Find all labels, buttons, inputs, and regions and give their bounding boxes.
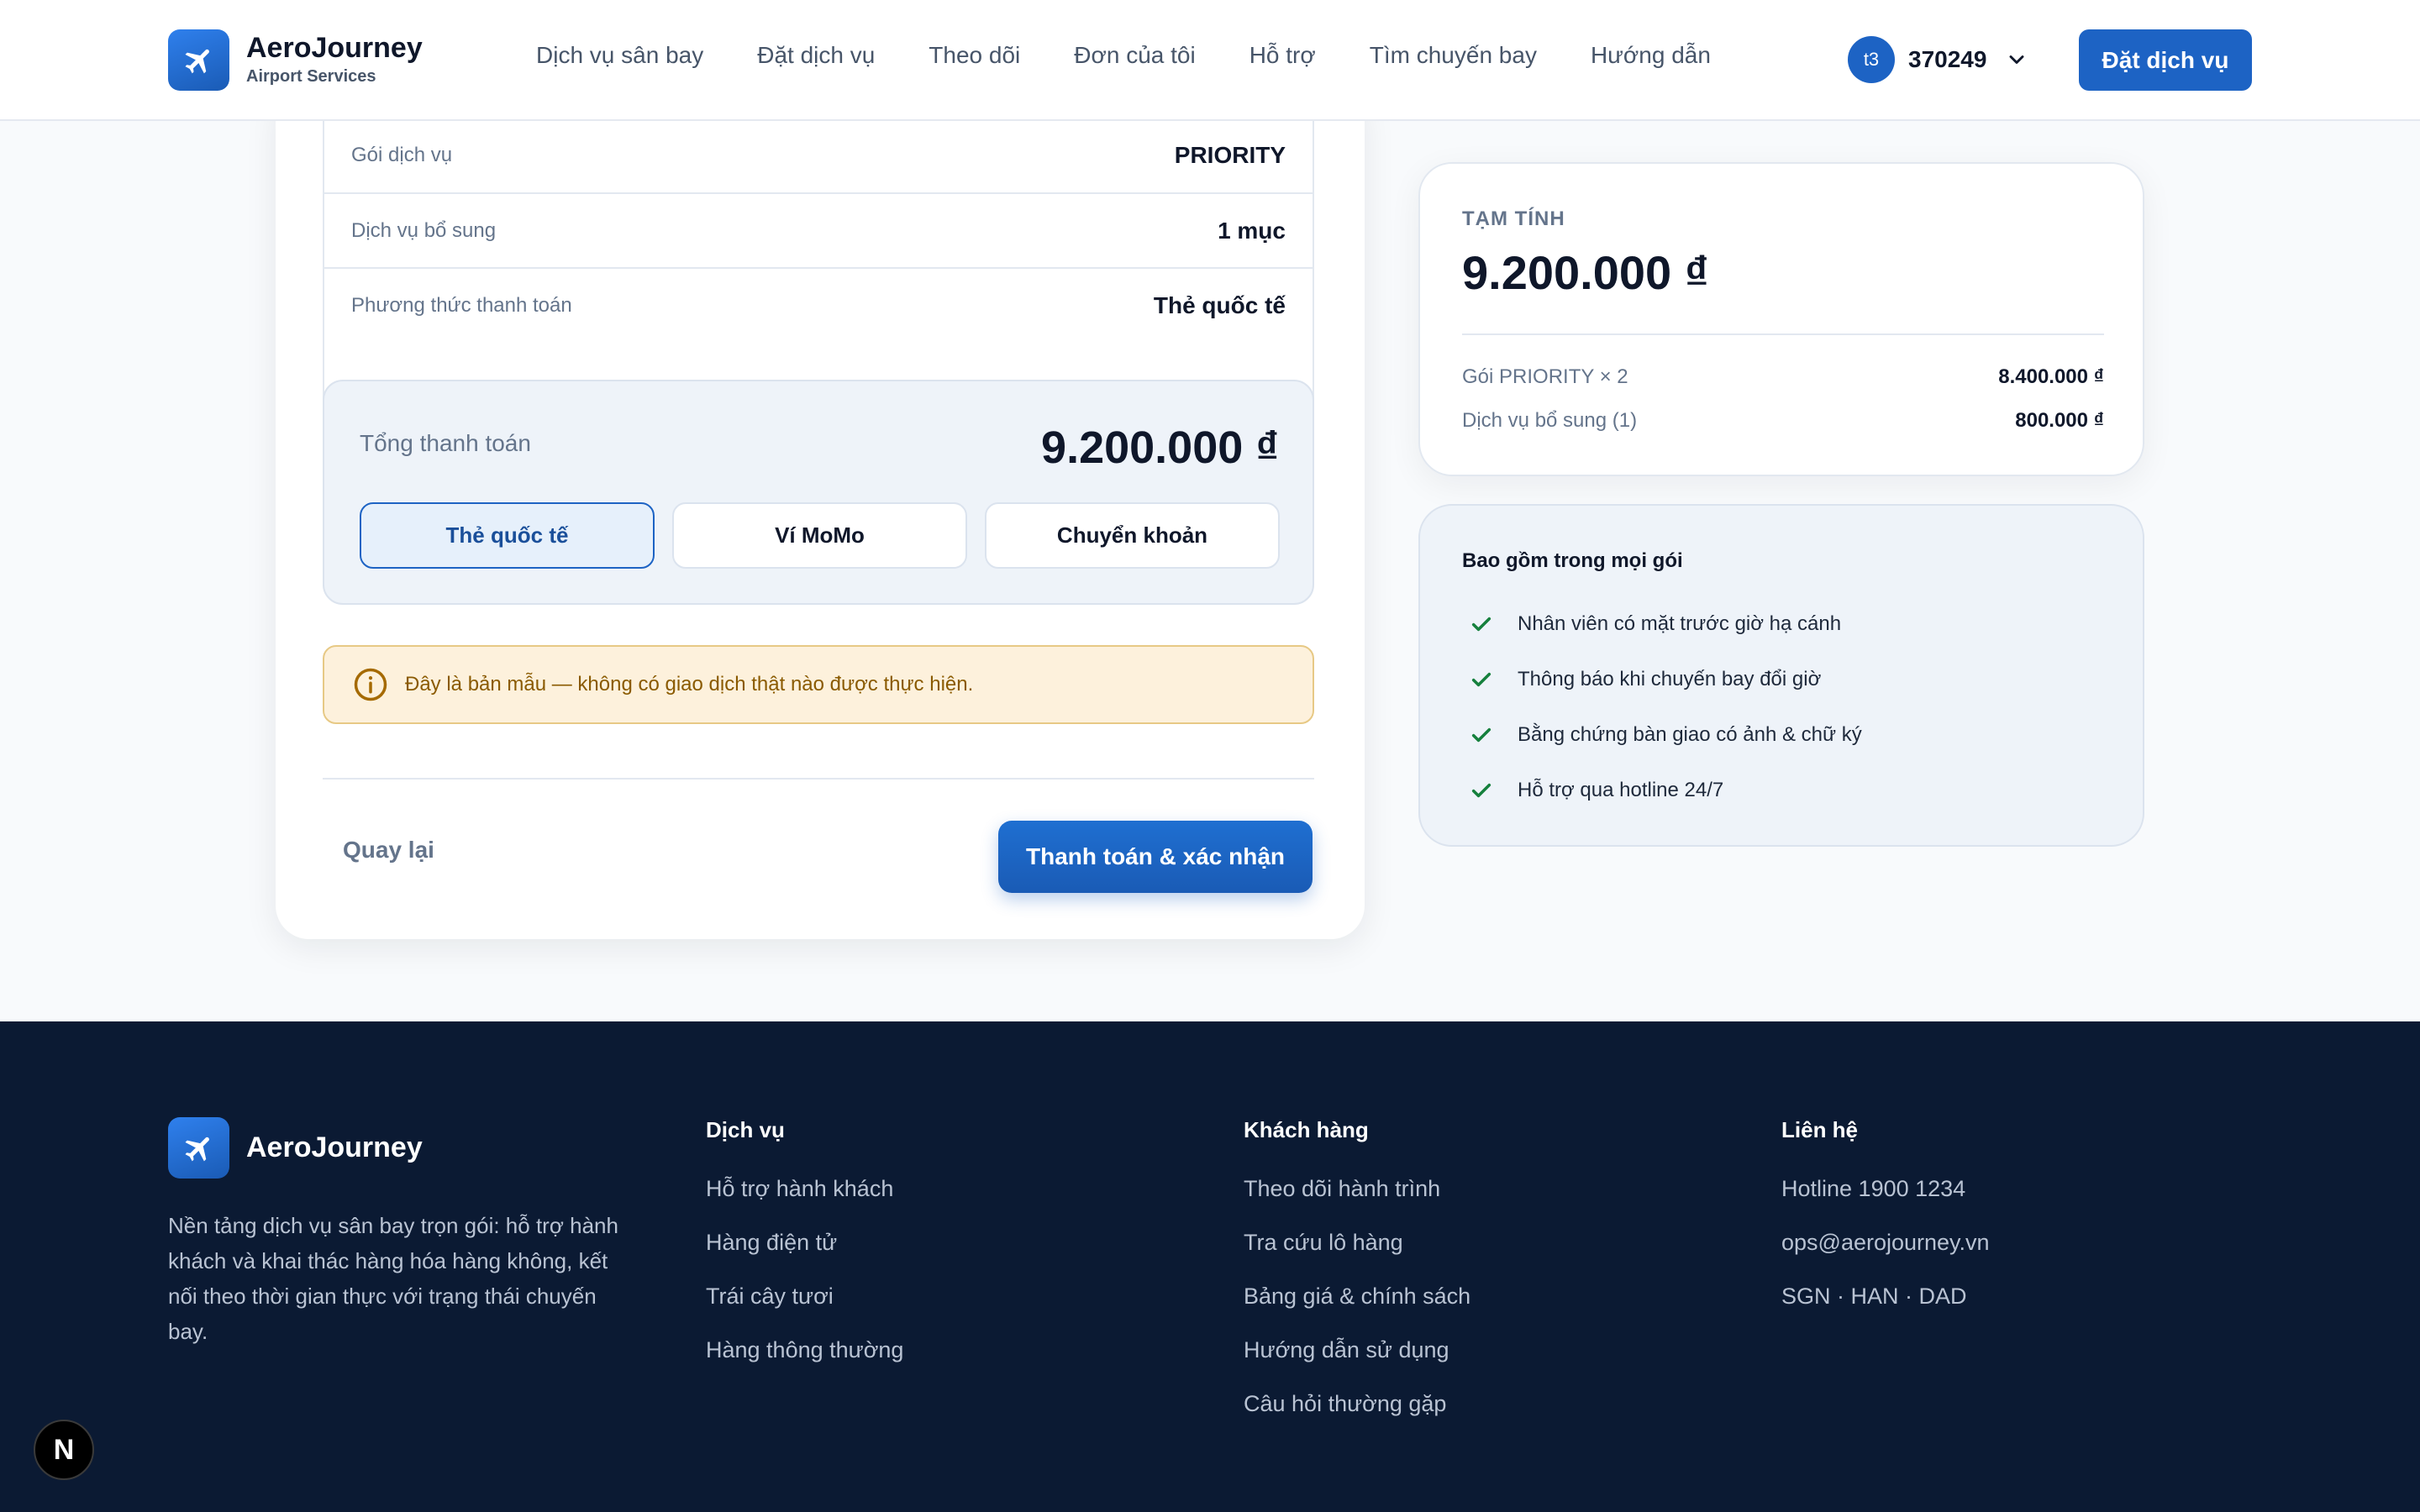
payment-option-transfer[interactable]: Chuyển khoản — [985, 502, 1280, 569]
nav-item-track[interactable]: Theo dõi — [929, 42, 1020, 69]
brand-name: AeroJourney — [246, 32, 423, 64]
chevron-down-icon — [2005, 48, 2028, 71]
divider — [1462, 333, 2104, 335]
footer-hotline[interactable]: Hotline 1900 1234 — [1781, 1176, 1990, 1230]
estimate-line-label: Dịch vụ bổ sung (1) — [1462, 409, 1638, 432]
footer-column-customers: Khách hàng Theo dõi hành trình Tra cứu l… — [1244, 1117, 1470, 1445]
footer-link[interactable]: Bảng giá & chính sách — [1244, 1284, 1470, 1337]
airplane-icon — [168, 29, 229, 91]
payment-option-momo[interactable]: Ví MoMo — [672, 502, 967, 569]
footer-column-services: Dịch vụ Hỗ trợ hành khách Hàng điện tử T… — [706, 1117, 903, 1391]
airplane-icon — [168, 1117, 229, 1179]
main-nav: Dịch vụ sân bay Đặt dịch vụ Theo dõi Đơn… — [536, 42, 1765, 69]
footer-column-title: Khách hàng — [1244, 1117, 1369, 1142]
footer-link[interactable]: Tra cứu lô hàng — [1244, 1230, 1470, 1284]
footer-link[interactable]: Hướng dẫn sử dụng — [1244, 1337, 1470, 1391]
summary-value: Thẻ quốc tế — [1153, 291, 1286, 318]
summary-row-payment-method: Phương thức thanh toán Thẻ quốc tế — [324, 267, 1313, 342]
list-item-text: Thông báo khi chuyến bay đổi giờ — [1518, 668, 1822, 690]
avatar: t3 — [1848, 36, 1895, 83]
demo-notice: Đây là bản mẫu — không có giao dịch thật… — [323, 645, 1314, 724]
site-footer: AeroJourney Nền tảng dịch vụ sân bay trọ… — [0, 1021, 2420, 1512]
check-icon — [1469, 722, 1494, 748]
footer-link[interactable]: Trái cây tươi — [706, 1284, 903, 1337]
summary-value: PRIORITY — [1174, 141, 1286, 168]
estimate-card: TẠM TÍNH 9.200.000 ₫ Gói PRIORITY × 2 8.… — [1418, 162, 2144, 476]
brand-subtitle: Airport Services — [246, 67, 376, 86]
estimate-line-package: Gói PRIORITY × 2 8.400.000 ₫ — [1462, 365, 2104, 389]
payment-total-box: Tổng thanh toán 9.200.000 ₫ Thẻ quốc tế … — [323, 380, 1314, 605]
nav-item-find-flight[interactable]: Tìm chuyến bay — [1370, 42, 1537, 69]
brand[interactable]: AeroJourney Airport Services — [168, 29, 423, 91]
estimate-title: TẠM TÍNH — [1462, 207, 1565, 230]
footer-brand-name: AeroJourney — [246, 1131, 423, 1163]
footer-brand[interactable]: AeroJourney — [168, 1117, 423, 1179]
check-icon — [1469, 667, 1494, 692]
estimate-line-addons: Dịch vụ bổ sung (1) 800.000 ₫ — [1462, 409, 2104, 433]
included-title: Bao gồm trong mọi gói — [1462, 549, 1683, 572]
footer-column-title: Dịch vụ — [706, 1117, 785, 1142]
summary-label: Gói dịch vụ — [351, 143, 453, 166]
list-item: Hỗ trợ qua hotline 24/7 — [1469, 763, 1862, 818]
list-item-text: Hỗ trợ qua hotline 24/7 — [1518, 779, 1724, 801]
summary-label: Dịch vụ bổ sung — [351, 218, 497, 242]
footer-column-contact: Liên hệ Hotline 1900 1234 ops@aerojourne… — [1781, 1117, 1990, 1337]
summary-row-addons: Dịch vụ bổ sung 1 mục — [324, 192, 1313, 267]
nav-item-guide[interactable]: Hướng dẫn — [1591, 42, 1711, 69]
list-item: Nhân viên có mặt trước giờ hạ cánh — [1469, 596, 1862, 652]
top-nav-bar: AeroJourney Airport Services Dịch vụ sân… — [0, 0, 2420, 121]
nav-item-my-orders[interactable]: Đơn của tôi — [1074, 42, 1195, 69]
footer-airports: SGN · HAN · DAD — [1781, 1284, 1967, 1309]
estimate-line-label: Gói PRIORITY × 2 — [1462, 365, 1628, 388]
estimate-line-value: 800.000 ₫ — [2015, 409, 2104, 432]
nav-item-support[interactable]: Hỗ trợ — [1249, 42, 1316, 69]
info-icon — [353, 667, 388, 702]
nav-item-airport-services[interactable]: Dịch vụ sân bay — [536, 42, 703, 69]
footer-link[interactable]: Câu hỏi thường gặp — [1244, 1391, 1470, 1445]
included-features-card: Bao gồm trong mọi gói Nhân viên có mặt t… — [1418, 504, 2144, 847]
total-amount: 9.200.000 ₫ — [1041, 423, 1279, 473]
nextjs-icon[interactable]: N — [34, 1420, 94, 1480]
nav-item-book-service[interactable]: Đặt dịch vụ — [757, 42, 875, 69]
user-id: 370249 — [1908, 46, 1987, 72]
check-icon — [1469, 612, 1494, 637]
list-item-text: Bằng chứng bàn giao có ảnh & chữ ký — [1518, 723, 1862, 746]
summary-value: 1 mục — [1218, 217, 1286, 244]
payment-method-options: Thẻ quốc tế Ví MoMo Chuyển khoản — [360, 502, 1297, 569]
included-list: Nhân viên có mặt trước giờ hạ cánh Thông… — [1469, 596, 1862, 818]
back-button[interactable]: Quay lại — [343, 837, 434, 864]
footer-link[interactable]: Hỗ trợ hành khách — [706, 1176, 903, 1230]
checkout-card: Gói dịch vụ PRIORITY Dịch vụ bổ sung 1 m… — [276, 84, 1365, 939]
summary-row-package: Gói dịch vụ PRIORITY — [324, 118, 1313, 192]
pay-and-confirm-button[interactable]: Thanh toán & xác nhận — [998, 821, 1313, 893]
list-item: Thông báo khi chuyến bay đổi giờ — [1469, 652, 1862, 707]
footer-link[interactable]: Theo dõi hành trình — [1244, 1176, 1470, 1230]
footer-column-title: Liên hệ — [1781, 1117, 1859, 1142]
estimate-line-value: 8.400.000 ₫ — [1998, 365, 2104, 388]
footer-link[interactable]: Hàng thông thường — [706, 1337, 903, 1391]
summary-label: Phương thức thanh toán — [351, 293, 572, 317]
list-item: Bằng chứng bàn giao có ảnh & chữ ký — [1469, 707, 1862, 763]
total-label: Tổng thanh toán — [360, 430, 531, 456]
payment-option-card[interactable]: Thẻ quốc tế — [360, 502, 655, 569]
order-summary-table: Gói dịch vụ PRIORITY Dịch vụ bổ sung 1 m… — [323, 118, 1314, 423]
estimate-amount: 9.200.000 ₫ — [1462, 246, 1709, 299]
book-service-button[interactable]: Đặt dịch vụ — [2079, 29, 2252, 91]
footer-link[interactable]: Hàng điện tử — [706, 1230, 903, 1284]
footer-email[interactable]: ops@aerojourney.vn — [1781, 1230, 1990, 1284]
divider — [323, 778, 1314, 780]
list-item-text: Nhân viên có mặt trước giờ hạ cánh — [1518, 612, 1842, 635]
user-menu[interactable]: t3 370249 — [1848, 36, 2028, 83]
footer-description: Nền tảng dịch vụ sân bay trọn gói: hỗ tr… — [168, 1213, 618, 1344]
check-icon — [1469, 778, 1494, 803]
notice-text: Đây là bản mẫu — không có giao dịch thật… — [405, 673, 974, 696]
